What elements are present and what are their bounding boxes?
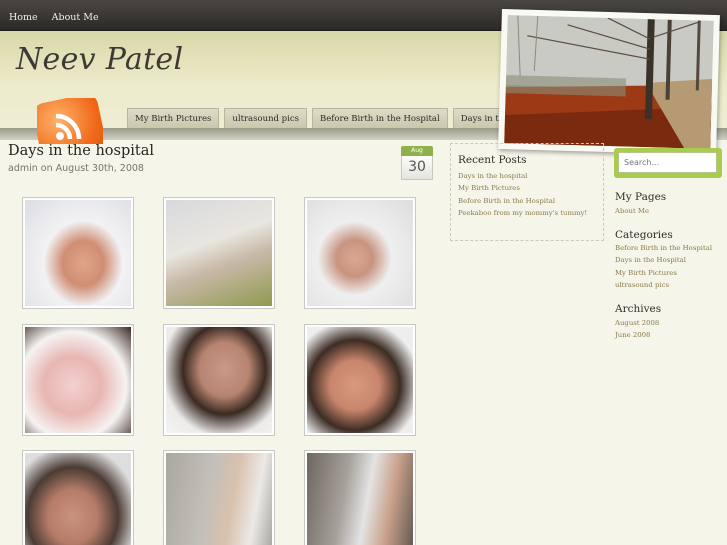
my-pages-heading: My Pages xyxy=(615,191,667,203)
archives-heading: Archives xyxy=(615,303,662,315)
rss-feed-icon[interactable] xyxy=(37,98,103,144)
gallery-thumbnail[interactable] xyxy=(22,324,134,436)
category-tabs: My Birth Pictures ultrasound pics Before… xyxy=(127,108,557,128)
categories-list: Before Birth in the Hospital Days in the… xyxy=(615,242,712,292)
nav-home-link[interactable]: Home xyxy=(9,12,38,23)
tab-before-birth[interactable]: Before Birth in the Hospital xyxy=(311,108,448,128)
recent-posts-widget: Recent Posts Days in the hospital My Bir… xyxy=(450,143,604,241)
category-link[interactable]: ultrasound pics xyxy=(615,279,712,291)
date-day: 30 xyxy=(401,156,433,180)
tab-ultrasound-pics[interactable]: ultrasound pics xyxy=(224,108,307,128)
archive-link[interactable]: June 2008 xyxy=(615,329,659,341)
site-title[interactable]: Neev Patel xyxy=(16,42,183,77)
post-title[interactable]: Days in the hospital xyxy=(8,143,154,159)
gallery-thumbnail[interactable] xyxy=(304,450,416,545)
gallery-thumbnail[interactable] xyxy=(304,324,416,436)
search-input[interactable] xyxy=(618,152,717,173)
top-nav: Home About Me xyxy=(9,12,99,23)
category-link[interactable]: My Birth Pictures xyxy=(615,267,712,279)
recent-post-link[interactable]: Days in the hospital xyxy=(458,170,603,182)
search-box xyxy=(614,148,722,178)
header-photo xyxy=(504,15,714,149)
date-badge: Aug 30 xyxy=(401,146,433,180)
recent-post-link[interactable]: Peekaboo from my mommy's tummy! xyxy=(458,207,603,219)
category-link[interactable]: Before Birth in the Hospital xyxy=(615,242,712,254)
tab-my-birth-pictures[interactable]: My Birth Pictures xyxy=(127,108,220,128)
recent-posts-heading: Recent Posts xyxy=(458,154,527,166)
category-link[interactable]: Days in the Hospital xyxy=(615,254,712,266)
gallery-thumbnail[interactable] xyxy=(163,324,275,436)
header-photo-frame xyxy=(498,8,720,156)
page-link-about[interactable]: About Me xyxy=(615,205,649,217)
gallery-thumbnail[interactable] xyxy=(163,450,275,545)
nav-about-link[interactable]: About Me xyxy=(52,12,99,23)
post-meta: admin on August 30th, 2008 xyxy=(8,163,144,174)
recent-post-link[interactable]: Before Birth in the Hospital xyxy=(458,195,603,207)
gallery-thumbnail[interactable] xyxy=(163,197,275,309)
date-month: Aug xyxy=(401,146,433,156)
gallery-thumbnail[interactable] xyxy=(22,450,134,545)
archives-list: August 2008 June 2008 xyxy=(615,317,659,342)
my-pages-list: About Me xyxy=(615,205,649,217)
recent-post-link[interactable]: My Birth Pictures xyxy=(458,182,603,194)
gallery-thumbnail[interactable] xyxy=(304,197,416,309)
archive-link[interactable]: August 2008 xyxy=(615,317,659,329)
categories-heading: Categories xyxy=(615,229,673,241)
gallery-thumbnail[interactable] xyxy=(22,197,134,309)
